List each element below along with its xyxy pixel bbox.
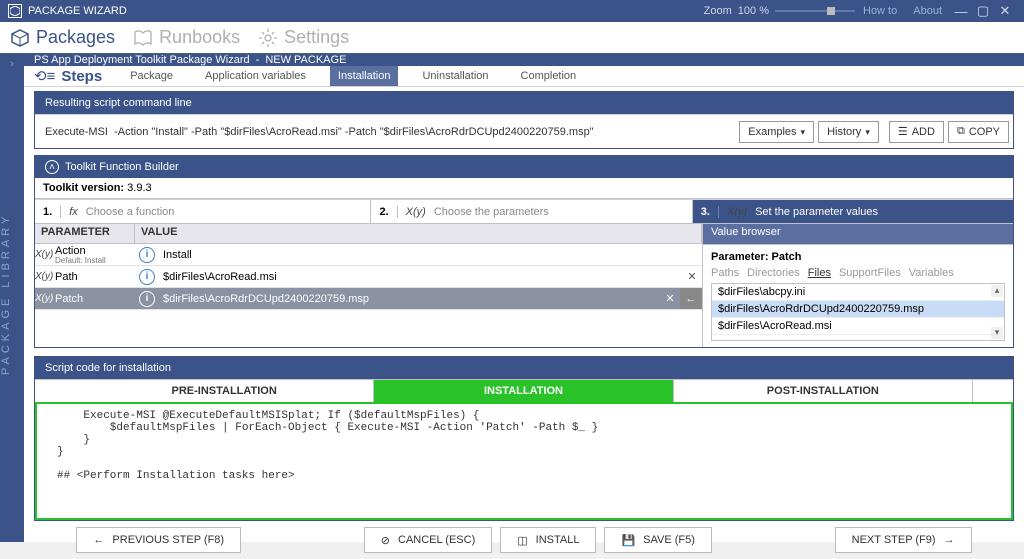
scroll-down-icon[interactable]: ▾ [991, 327, 1003, 339]
nav-runbooks[interactable]: Runbooks [133, 27, 240, 48]
step-appvars[interactable]: Application variables [197, 66, 314, 86]
close-button[interactable]: ✕ [994, 3, 1016, 19]
arrow-left-icon: ← [93, 534, 104, 546]
nav-packages-label: Packages [36, 27, 115, 48]
nav-packages[interactable]: Packages [10, 27, 115, 48]
info-icon[interactable]: i [139, 269, 155, 285]
vb-tab-supportfiles[interactable]: SupportFiles [839, 267, 901, 279]
steps-label: Steps [61, 68, 102, 85]
xy-icon: X(y) [727, 206, 747, 218]
info-icon[interactable]: i [139, 291, 155, 307]
vb-list-item[interactable]: $dirFiles\AcroRead.msi [712, 318, 1004, 335]
zoom-slider[interactable] [775, 10, 855, 12]
clear-icon[interactable]: ✕ [660, 292, 680, 305]
builder-step-2[interactable]: 2. X(y) Choose the parameters [371, 200, 692, 223]
nav-settings-label: Settings [284, 27, 349, 48]
wizard-title: PS App Deployment Toolkit Package Wizard [34, 54, 250, 66]
param-row-path[interactable]: X(y) Path i $dirFiles\AcroRead.msi ✕ [35, 266, 702, 288]
value-browser-header: Value browser [703, 224, 1013, 244]
bottom-bar: ←PREVIOUS STEP (F8) ⊘CANCEL (ESC) ◫INSTA… [24, 521, 1024, 559]
examples-dropdown[interactable]: Examples [739, 121, 814, 143]
scroll-up-icon[interactable]: ▴ [991, 285, 1003, 297]
sidebar-expand-icon[interactable]: › [0, 54, 24, 74]
step-installation[interactable]: Installation [330, 66, 399, 86]
vb-tab-variables[interactable]: Variables [909, 267, 954, 279]
maximize-button[interactable]: ▢ [972, 3, 994, 19]
step-completion[interactable]: Completion [513, 66, 585, 86]
zoom-value: 100 % [738, 5, 769, 17]
step-package[interactable]: Package [122, 66, 181, 86]
vb-tab-paths[interactable]: Paths [711, 267, 739, 279]
app-title: PACKAGE WIZARD [28, 5, 704, 17]
save-icon: 💾 [621, 534, 635, 547]
tab-pre-installation[interactable]: PRE-INSTALLATION [75, 380, 374, 402]
sidebar-package-library[interactable]: PACKAGE LIBRARY [0, 54, 24, 542]
steps-icon: ⟲≡ [34, 67, 55, 85]
nav-settings[interactable]: Settings [258, 27, 349, 48]
cmd-panel-header: Resulting script command line [35, 92, 1013, 114]
wizard-package-name: NEW PACKAGE [265, 54, 346, 66]
wizard-breadcrumb: PS App Deployment Toolkit Package Wizard… [24, 54, 1024, 66]
cube-icon: ◫ [517, 534, 527, 547]
builder-step-1[interactable]: 1. fx Choose a function [35, 200, 371, 223]
vb-list-item[interactable]: $dirFiles\AcroRdrDCUpd2400220759.msp [712, 301, 1004, 318]
copy-icon: ⧉ [957, 125, 965, 138]
cube-icon [10, 28, 30, 48]
next-step-button[interactable]: NEXT STEP (F9)→ [835, 527, 972, 553]
vb-tab-directories[interactable]: Directories [747, 267, 800, 279]
vb-file-list: $dirFiles\abcpy.ini $dirFiles\AcroRdrDCU… [711, 283, 1005, 341]
book-icon [133, 28, 153, 48]
arrow-right-icon: → [944, 534, 955, 546]
tab-installation[interactable]: INSTALLATION [374, 380, 673, 402]
builder-header: ˄ Toolkit Function Builder [35, 156, 1013, 178]
builder-step-3: 3. X(y) Set the parameter values [693, 200, 1013, 223]
cancel-icon: ⊘ [381, 534, 390, 547]
chevron-down-icon [801, 126, 806, 138]
steps-bar: ⟲≡ Steps Package Application variables I… [24, 66, 1024, 87]
copy-button[interactable]: ⧉COPY [948, 121, 1009, 143]
step-uninstallation[interactable]: Uninstallation [414, 66, 496, 86]
fx-icon: fx [69, 206, 78, 218]
clear-icon[interactable]: ✕ [682, 270, 702, 283]
vb-parameter-label: Parameter: Patch [711, 251, 1005, 263]
history-dropdown[interactable]: History [818, 121, 879, 143]
minimize-button[interactable]: — [950, 4, 972, 19]
zoom-label: Zoom [704, 5, 732, 17]
xy-icon: X(y) [406, 206, 426, 218]
vb-tab-files[interactable]: Files [808, 267, 831, 279]
param-row-patch[interactable]: X(y) Patch i $dirFiles\AcroRdrDCUpd24002… [35, 288, 702, 310]
cmd-input[interactable] [35, 115, 739, 148]
grid-head-parameter: PARAMETER [35, 224, 135, 243]
chevron-down-icon [865, 126, 870, 138]
save-button[interactable]: 💾SAVE (F5) [604, 527, 711, 553]
nav-runbooks-label: Runbooks [159, 27, 240, 48]
title-bar: PACKAGE WIZARD Zoom 100 % How to About —… [0, 0, 1024, 22]
previous-step-button[interactable]: ←PREVIOUS STEP (F8) [76, 527, 241, 553]
gear-icon [258, 28, 278, 48]
script-code-editor[interactable]: Execute-MSI @ExecuteDefaultMSISplat; If … [35, 402, 1013, 520]
list-add-icon: ☰ [898, 125, 908, 138]
toolkit-version: Toolkit version: 3.9.3 [35, 178, 1013, 199]
add-button[interactable]: ☰ADD [889, 121, 944, 143]
grid-head-value: VALUE [135, 224, 702, 243]
install-button[interactable]: ◫INSTALL [500, 527, 596, 553]
cancel-button[interactable]: ⊘CANCEL (ESC) [364, 527, 492, 553]
script-panel-header: Script code for installation [35, 357, 1013, 379]
parameter-grid: PARAMETER VALUE X(y) ActionDefault: Inst… [35, 224, 703, 347]
main-nav: Packages Runbooks Settings [0, 22, 1024, 54]
param-row-action[interactable]: X(y) ActionDefault: Install i Install [35, 244, 702, 266]
tab-post-installation[interactable]: POST-INSTALLATION [674, 380, 973, 402]
app-icon [8, 4, 22, 18]
howto-link[interactable]: How to [863, 5, 897, 17]
info-icon[interactable]: i [139, 247, 155, 263]
vb-list-item[interactable]: $dirFiles\abcpy.ini [712, 284, 1004, 301]
collapse-icon[interactable]: ˄ [45, 160, 59, 174]
about-link[interactable]: About [913, 5, 942, 17]
apply-arrow-icon[interactable]: ← [680, 288, 702, 309]
